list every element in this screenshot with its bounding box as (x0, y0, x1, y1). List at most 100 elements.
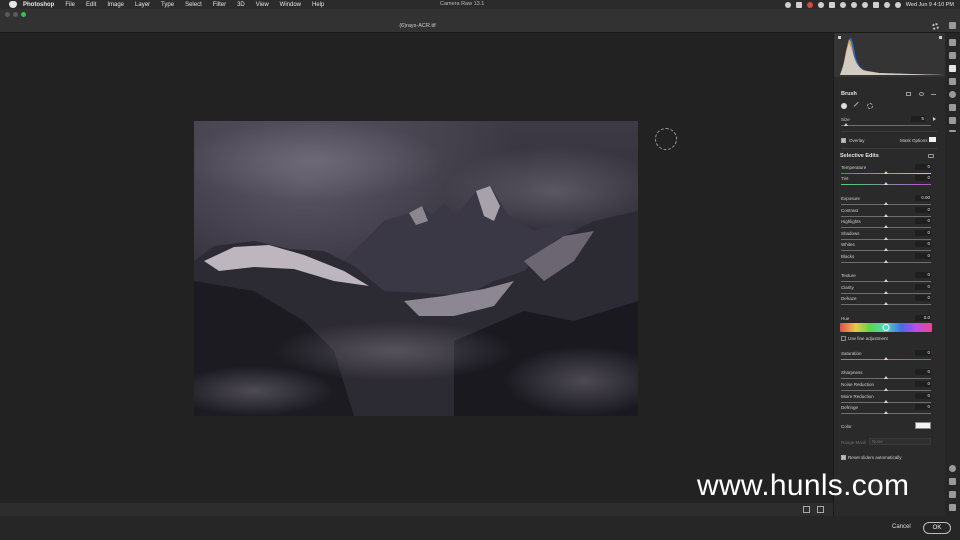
red-eye-icon[interactable] (949, 104, 956, 111)
slider-thumb[interactable] (884, 291, 888, 294)
slider-value[interactable]: 0 (915, 272, 931, 278)
view-toggle-icon[interactable] (803, 506, 810, 513)
menu-file[interactable]: File (65, 2, 75, 8)
fullscreen-window-button[interactable] (21, 12, 26, 17)
reset-sliders-checkbox[interactable] (841, 455, 846, 460)
add-brush-icon[interactable] (841, 103, 847, 109)
hue-spectrum[interactable] (840, 323, 932, 332)
battery-icon[interactable] (872, 1, 879, 8)
cancel-button[interactable]: Cancel (892, 524, 911, 530)
slider-value[interactable]: 0 (915, 253, 931, 259)
edit-icon[interactable] (949, 39, 956, 46)
close-window-button[interactable] (5, 12, 10, 17)
eraser-icon[interactable] (867, 103, 873, 109)
mask-options-label[interactable]: Mask Options (900, 138, 928, 143)
slider-value[interactable]: 0 (915, 241, 931, 247)
color-swatch[interactable] (915, 422, 931, 429)
visibility-icon[interactable] (919, 92, 924, 96)
mountain-photo[interactable] (194, 121, 638, 416)
eyedropper-icon[interactable] (949, 491, 956, 498)
menu-layer[interactable]: Layer (135, 2, 150, 8)
status-icon[interactable] (817, 1, 824, 8)
menu-window[interactable]: Window (280, 2, 301, 8)
hand-icon[interactable] (949, 478, 956, 485)
record-icon[interactable] (806, 1, 813, 8)
slider-thumb[interactable] (884, 237, 888, 240)
menu-image[interactable]: Image (107, 2, 124, 8)
search-icon[interactable] (883, 1, 890, 8)
clock: Wed Jun 9 4:10 PM (905, 1, 954, 8)
slider-value[interactable]: 0 (915, 404, 931, 410)
menu-filter[interactable]: Filter (213, 2, 226, 8)
slider-value[interactable]: 0 (915, 350, 931, 356)
size-slider-thumb[interactable] (844, 123, 848, 126)
menu-view[interactable]: View (256, 2, 269, 8)
slider-thumb[interactable] (884, 214, 888, 217)
slider-value[interactable]: 0 (915, 295, 931, 301)
slider-thumb[interactable] (884, 248, 888, 251)
more-options-icon[interactable] (931, 94, 936, 95)
size-slider-track[interactable] (841, 125, 931, 126)
slider-value[interactable]: 0 (915, 207, 931, 213)
radial-filter-icon[interactable] (949, 91, 956, 98)
slider-thumb[interactable] (884, 260, 888, 263)
slider-value[interactable]: 0 (915, 218, 931, 224)
slider-thumb[interactable] (884, 302, 888, 305)
slider-thumb[interactable] (884, 388, 888, 391)
gear-icon[interactable] (932, 23, 939, 30)
slider-value[interactable]: 0.0 (915, 315, 931, 321)
compare-view-icon[interactable] (817, 506, 824, 513)
overlay-checkbox[interactable] (841, 138, 846, 143)
apple-icon[interactable] (9, 1, 17, 8)
mask-color-swatch[interactable] (929, 137, 936, 142)
slider-thumb[interactable] (884, 202, 888, 205)
fullscreen-icon[interactable] (949, 22, 956, 29)
menu-photoshop[interactable]: Photoshop (23, 2, 54, 8)
slider-thumb[interactable] (884, 400, 888, 403)
slider-value[interactable]: 0.00 (915, 195, 931, 201)
erase-mode-icon[interactable] (906, 92, 911, 96)
status-icon[interactable] (784, 1, 791, 8)
menu-type[interactable]: Type (161, 2, 174, 8)
menu-3d[interactable]: 3D (237, 2, 245, 8)
slider-value[interactable]: 0 (915, 230, 931, 236)
status-icon[interactable] (839, 1, 846, 8)
slider-thumb[interactable] (884, 182, 888, 185)
menu-select[interactable]: Select (185, 2, 202, 8)
size-value[interactable]: 5 (911, 116, 925, 122)
slider-value[interactable]: 0 (915, 369, 931, 375)
status-area: Wed Jun 9 4:10 PM (784, 0, 954, 9)
slider-value[interactable]: 0 (915, 381, 931, 387)
slider-value[interactable]: 0 (915, 164, 931, 170)
control-center-icon[interactable] (894, 1, 901, 8)
crop-icon[interactable] (949, 52, 956, 59)
slider-value[interactable]: 0 (915, 284, 931, 290)
range-mask-select[interactable]: None (869, 438, 931, 445)
slider-thumb[interactable] (884, 171, 888, 174)
brush-tool-icon[interactable] (949, 65, 956, 72)
size-expand-icon[interactable] (933, 117, 936, 121)
status-icon[interactable] (795, 1, 802, 8)
slider-thumb[interactable] (884, 225, 888, 228)
slider-label: Exposure (841, 196, 861, 201)
fine-adjustment-checkbox[interactable] (841, 336, 846, 341)
reset-icon[interactable] (928, 154, 934, 158)
slider-value[interactable]: 0 (915, 393, 931, 399)
status-icon[interactable] (828, 1, 835, 8)
wifi-icon[interactable] (861, 1, 868, 8)
slider-thumb[interactable] (884, 357, 888, 360)
ok-button[interactable]: OK (923, 522, 951, 534)
bluetooth-icon[interactable] (850, 1, 857, 8)
menu-edit[interactable]: Edit (86, 2, 96, 8)
menu-help[interactable]: Help (312, 2, 324, 8)
minimize-window-button[interactable] (13, 12, 18, 17)
slider-thumb[interactable] (884, 376, 888, 379)
more-icon[interactable] (949, 130, 956, 132)
grid-icon[interactable] (949, 504, 956, 511)
gradient-icon[interactable] (949, 78, 956, 85)
zoom-icon[interactable] (949, 465, 956, 472)
slider-thumb[interactable] (884, 279, 888, 282)
slider-thumb[interactable] (884, 411, 888, 414)
presets-icon[interactable] (949, 117, 956, 124)
slider-value[interactable]: 0 (915, 175, 931, 181)
